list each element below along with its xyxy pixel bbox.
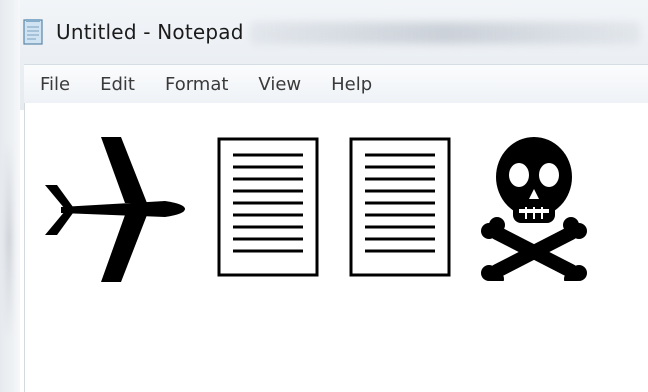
window-left-edge (0, 0, 20, 392)
window-title: Untitled - Notepad (56, 20, 244, 44)
airplane-icon (45, 137, 185, 282)
notepad-icon[interactable] (20, 18, 46, 46)
skull-and-crossbones-icon (481, 137, 587, 281)
menu-bar: File Edit Format View Help (24, 64, 648, 104)
menu-file[interactable]: File (36, 72, 74, 97)
document-icon (217, 137, 319, 277)
menu-help[interactable]: Help (327, 72, 376, 97)
text-editor-area[interactable] (24, 103, 648, 392)
title-bar[interactable]: Untitled - Notepad (20, 14, 244, 50)
document-content (43, 137, 589, 287)
menu-edit[interactable]: Edit (96, 72, 139, 97)
menu-format[interactable]: Format (161, 72, 232, 97)
menu-view[interactable]: View (254, 72, 305, 97)
document-icon (349, 137, 451, 277)
